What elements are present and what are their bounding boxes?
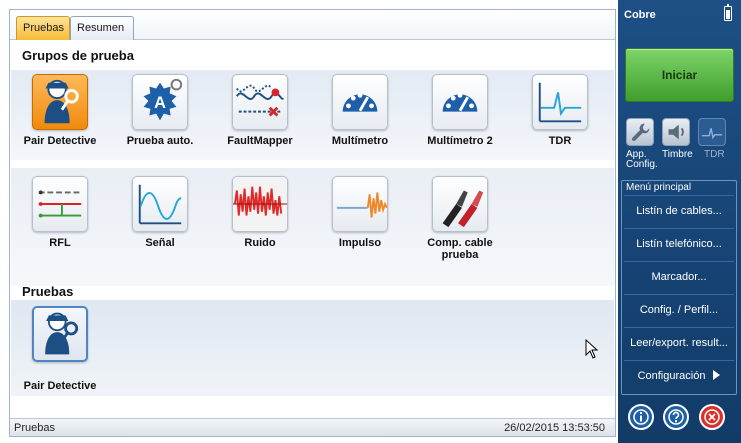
group-label: Prueba auto. bbox=[126, 135, 194, 147]
group-tile-impulse[interactable]: Impulso bbox=[310, 176, 410, 249]
app-config-label: App. Config. bbox=[626, 149, 658, 170]
impulse-icon bbox=[332, 176, 388, 232]
wrench-icon bbox=[631, 123, 650, 141]
group-label: Pair Detective bbox=[23, 135, 97, 147]
test-area: Pruebas Resumen Grupos de prueba Pair De… bbox=[9, 9, 616, 437]
group-label: Impulso bbox=[338, 237, 382, 249]
group-label: Multímetro 2 bbox=[427, 135, 493, 147]
tab-bar: Pruebas Resumen bbox=[10, 10, 615, 40]
tdr-mini-icon bbox=[701, 128, 723, 140]
menu-item-settings-label: Configuración bbox=[637, 370, 706, 382]
group-tile-multimeter[interactable]: Multímetro bbox=[310, 74, 410, 147]
tab-resumen[interactable]: Resumen bbox=[70, 16, 134, 40]
panel-title: Cobre bbox=[624, 9, 656, 21]
tdr-mini-button[interactable] bbox=[698, 118, 726, 146]
test-leads-icon bbox=[432, 176, 488, 232]
submenu-arrow-icon bbox=[713, 370, 721, 380]
group-label: FaultMapper bbox=[227, 135, 293, 147]
signal-icon bbox=[132, 176, 188, 232]
group-label: TDR bbox=[548, 135, 572, 147]
group-tile-auto-test[interactable]: A Prueba auto. bbox=[110, 74, 210, 147]
speaker-icon bbox=[668, 124, 684, 140]
main-menu-title: Menú principal bbox=[626, 182, 692, 193]
side-panel: Cobre Iniciar App. Config. Timbre TDR Me… bbox=[618, 0, 741, 443]
menu-item-dialer[interactable]: Marcador... bbox=[624, 261, 734, 291]
group-tile-rfl[interactable]: RFL bbox=[10, 176, 110, 249]
rfl-icon bbox=[32, 176, 88, 232]
group-tile-noise[interactable]: Ruido bbox=[210, 176, 310, 249]
tests-heading: Pruebas bbox=[22, 284, 74, 299]
noise-icon bbox=[232, 176, 288, 232]
tab-pruebas[interactable]: Pruebas bbox=[16, 16, 70, 40]
group-tile-test-leads[interactable]: Comp. cable prueba bbox=[410, 176, 510, 261]
status-datetime: 26/02/2015 13:53:50 bbox=[504, 422, 605, 434]
menu-item-settings[interactable]: Configuración bbox=[624, 360, 734, 390]
main-menu: Menú principal Listín de cables... Listí… bbox=[621, 180, 737, 395]
group-tile-faultmapper[interactable]: FaultMapper bbox=[210, 74, 310, 147]
test-groups-heading: Grupos de prueba bbox=[22, 48, 134, 63]
app-config-button[interactable] bbox=[626, 118, 654, 146]
close-icon bbox=[704, 409, 720, 425]
group-tile-tdr[interactable]: TDR bbox=[510, 74, 610, 147]
tdr-label: TDR bbox=[704, 149, 725, 160]
mouse-pointer-icon bbox=[585, 339, 599, 359]
faultmapper-icon bbox=[232, 74, 288, 130]
menu-item-config-profile[interactable]: Config. / Perfil... bbox=[624, 294, 734, 324]
group-label: Señal bbox=[145, 237, 175, 249]
auto-test-icon: A bbox=[132, 74, 188, 130]
group-label: Ruido bbox=[244, 237, 276, 249]
test-label: Pair Detective bbox=[23, 380, 97, 392]
pair-detective-icon bbox=[32, 74, 88, 130]
group-label: RFL bbox=[49, 237, 71, 249]
status-bar: Pruebas 26/02/2015 13:53:50 bbox=[10, 418, 615, 436]
start-button[interactable]: Iniciar bbox=[625, 48, 734, 102]
group-label: Comp. cable prueba bbox=[427, 237, 493, 261]
close-button[interactable] bbox=[699, 404, 725, 430]
ringer-label: Timbre bbox=[662, 149, 693, 160]
group-tile-pair-detective[interactable]: Pair Detective bbox=[10, 74, 110, 147]
status-text: Pruebas bbox=[14, 422, 55, 434]
help-icon bbox=[668, 409, 684, 425]
menu-item-cable-directory[interactable]: Listín de cables... bbox=[624, 195, 734, 225]
battery-icon bbox=[724, 4, 732, 21]
test-tile-pair-detective[interactable]: Pair Detective bbox=[10, 306, 110, 392]
menu-item-read-export-results[interactable]: Leer/export. result... bbox=[624, 327, 734, 357]
menu-item-phone-directory[interactable]: Listín telefónico... bbox=[624, 228, 734, 258]
svg-text:A: A bbox=[154, 94, 166, 112]
group-tile-signal[interactable]: Señal bbox=[110, 176, 210, 249]
info-button[interactable] bbox=[628, 404, 654, 430]
ringer-button[interactable] bbox=[662, 118, 690, 146]
app-window: Pruebas Resumen Grupos de prueba Pair De… bbox=[0, 0, 741, 443]
multimeter-icon bbox=[332, 74, 388, 130]
info-icon bbox=[633, 409, 649, 425]
tdr-icon bbox=[532, 74, 588, 130]
group-label: Multímetro bbox=[331, 135, 389, 147]
group-tile-multimeter-2[interactable]: Multímetro 2 bbox=[410, 74, 510, 147]
help-button[interactable] bbox=[663, 404, 689, 430]
pair-detective-icon bbox=[32, 306, 88, 362]
multimeter-2-icon bbox=[432, 74, 488, 130]
